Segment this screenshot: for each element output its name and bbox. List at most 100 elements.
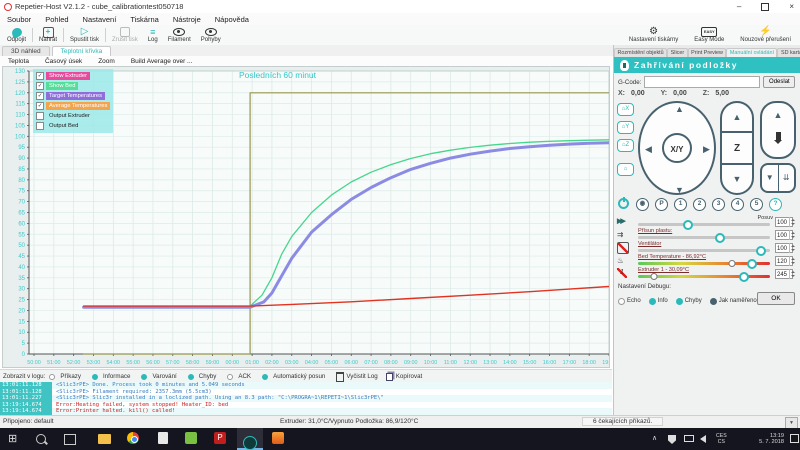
fan-label[interactable]: Ventilátor: [638, 241, 661, 247]
toolbar-log-button[interactable]: ≡Log: [143, 25, 163, 45]
tab-sd-karta[interactable]: SD karta: [777, 48, 800, 57]
toolbar-easy-mode-button[interactable]: EASYEasy Mode: [689, 25, 729, 45]
file-explorer-icon[interactable]: [98, 432, 112, 446]
search-button[interactable]: [36, 432, 50, 446]
home-x-button[interactable]: ⌂X: [617, 103, 634, 116]
home-y-button[interactable]: ⌂Y: [617, 121, 634, 134]
checkbox-icon[interactable]: [36, 112, 44, 120]
toolbar-nouzove-preruseni-button[interactable]: ⚡Nouzové přerušení: [735, 25, 796, 45]
z-up-button[interactable]: ▲: [722, 103, 752, 131]
checkbox-icon[interactable]: ✓: [36, 92, 44, 100]
tray-language-indicator[interactable]: CESCS: [716, 428, 727, 450]
chart-menu-teplota[interactable]: Teplota: [0, 58, 37, 65]
tray-display-icon[interactable]: [684, 428, 694, 450]
bed-temp-slider-track[interactable]: [638, 262, 770, 265]
tab-3d-nahled[interactable]: 3D náhled: [2, 46, 50, 56]
log-toggle-ack[interactable]: ACK: [227, 373, 255, 380]
ok-button[interactable]: OK: [757, 292, 795, 305]
toolbar-odpojit-button[interactable]: Odpojit: [2, 25, 31, 45]
flow-slider-track[interactable]: [638, 236, 770, 239]
debug-jak-namereno-toggle[interactable]: Jak naměřeno: [710, 298, 757, 305]
retract-button[interactable]: ⇊: [779, 165, 795, 191]
preset-p-button[interactable]: P: [655, 198, 668, 211]
tab-rozmisteni-objektu[interactable]: Rozmístění objektů: [614, 48, 667, 57]
tray-security-icon[interactable]: [668, 428, 676, 450]
server-app-icon[interactable]: [272, 432, 286, 446]
menu-item-nastroje[interactable]: Nástroje: [166, 15, 208, 24]
menu-item-pohled[interactable]: Pohled: [38, 15, 75, 24]
flow-spinner[interactable]: [789, 230, 795, 240]
log-toggle-chyby[interactable]: Chyby: [188, 373, 221, 380]
menu-item-napoveda[interactable]: Nápověda: [208, 15, 256, 24]
legend-item-output-bed[interactable]: Output Bed: [36, 121, 110, 130]
move-right-button[interactable]: ▶: [703, 145, 710, 154]
extruder-pad[interactable]: ▲: [760, 101, 796, 159]
move-down-button[interactable]: ▼: [675, 186, 684, 195]
log-toggle-automaticky-posun[interactable]: Automatický posun: [262, 373, 329, 380]
tray-notification-icon[interactable]: [790, 428, 799, 450]
retract-pad[interactable]: ▼⇊: [760, 163, 796, 193]
close-button[interactable]: ×: [789, 0, 794, 13]
xy-pad[interactable]: ▲▼◀▶X/Y: [638, 101, 716, 195]
tray-clock[interactable]: 13:195. 7. 2018: [742, 428, 784, 450]
z-pad[interactable]: ▲Z▼: [720, 101, 754, 195]
debug-echo-toggle[interactable]: Echo: [618, 298, 641, 305]
legend-item-average-temperatures[interactable]: ✓Average Temperatures: [36, 101, 110, 110]
preset-4-button[interactable]: 4: [731, 198, 744, 211]
xy-home-button[interactable]: X/Y: [662, 133, 692, 163]
repetier-app-icon[interactable]: [243, 436, 257, 450]
legend-item-show-bed[interactable]: ✓Show Bed: [36, 81, 110, 90]
preset-3-button[interactable]: 3: [712, 198, 725, 211]
home-z-button[interactable]: ⌂Z: [617, 139, 634, 152]
chart-menu-casovy-usek[interactable]: Časový úsek: [37, 58, 90, 65]
preset--button[interactable]: ◉: [636, 198, 649, 211]
tab-manualni-ovladani[interactable]: Manuální ovládání: [726, 48, 777, 57]
preset--button[interactable]: ?: [769, 198, 782, 211]
slicer-app-icon[interactable]: [185, 432, 199, 446]
feedrate-slider-track[interactable]: [638, 223, 770, 226]
log-kopirovat-button[interactable]: Kopírovat: [386, 373, 422, 381]
legend-item-output-extruder[interactable]: Output Extruder: [36, 111, 110, 120]
tab-teplotni-krivka[interactable]: Teplotní křivka: [52, 46, 112, 56]
calculator-icon[interactable]: [156, 432, 170, 446]
debug-chyby-toggle[interactable]: Chyby: [676, 298, 702, 305]
menu-item-nastaveni[interactable]: Nastavení: [76, 15, 124, 24]
fan-slider-track[interactable]: [638, 249, 770, 252]
debug-info-toggle[interactable]: Info: [649, 298, 668, 305]
preset-5-button[interactable]: 5: [750, 198, 763, 211]
z-down-button[interactable]: ▼: [722, 165, 752, 193]
extrude-up-button[interactable]: ▲: [762, 103, 794, 127]
menu-item-tiskarna[interactable]: Tiskárna: [123, 15, 165, 24]
tray-volume-icon[interactable]: [700, 428, 706, 450]
toolbar-nastaveni-tiskarny-button[interactable]: ⚙Nastavení tiskárny: [624, 25, 683, 45]
toolbar-filament-button[interactable]: Filament: [163, 25, 196, 45]
flow-label[interactable]: Přísun plastu:: [638, 228, 672, 234]
preset-2-button[interactable]: 2: [693, 198, 706, 211]
checkbox-icon[interactable]: ✓: [36, 82, 44, 90]
minimize-button[interactable]: –: [737, 0, 741, 13]
bed-temp-spinner[interactable]: [789, 256, 795, 266]
fan-spinner[interactable]: [789, 243, 795, 253]
extrude-down-button[interactable]: ▼: [762, 165, 779, 191]
task-view-button[interactable]: [64, 432, 78, 446]
start-button[interactable]: ⊞: [8, 432, 22, 446]
tab-slicer[interactable]: Slicer: [667, 48, 687, 57]
send-gcode-button[interactable]: Odeslat: [763, 76, 795, 88]
menu-item-soubor[interactable]: Soubor: [0, 15, 38, 24]
extruder-temp-spinner[interactable]: [789, 269, 795, 279]
move-left-button[interactable]: ◀: [645, 145, 652, 154]
chart-menu-zoom[interactable]: Zoom: [90, 58, 123, 65]
tray-expand-icon[interactable]: ∧: [652, 428, 657, 450]
log-toggle-varovani[interactable]: Varování: [141, 373, 180, 380]
extruder-temp-label[interactable]: Extruder 1 - 30,09°C: [638, 267, 689, 273]
bed-temp-label[interactable]: Bed Temperature - 86,92°C: [638, 254, 706, 260]
legend-item-show-extruder[interactable]: ✓Show Extruder: [36, 71, 110, 80]
toolbar-pohyby-button[interactable]: Pohyby: [196, 25, 226, 45]
toolbar-nahrat-button[interactable]: +Nahrát: [34, 25, 62, 45]
toolbar-spustit-tisk-button[interactable]: ▷Spustit tisk: [65, 25, 104, 45]
home-all-button[interactable]: ⌂: [617, 163, 634, 176]
gcode-input[interactable]: [644, 76, 760, 88]
legend-item-target-temperatures[interactable]: ✓Target Temperatures: [36, 91, 110, 100]
chrome-icon[interactable]: [127, 432, 141, 446]
power-button[interactable]: [618, 198, 629, 209]
